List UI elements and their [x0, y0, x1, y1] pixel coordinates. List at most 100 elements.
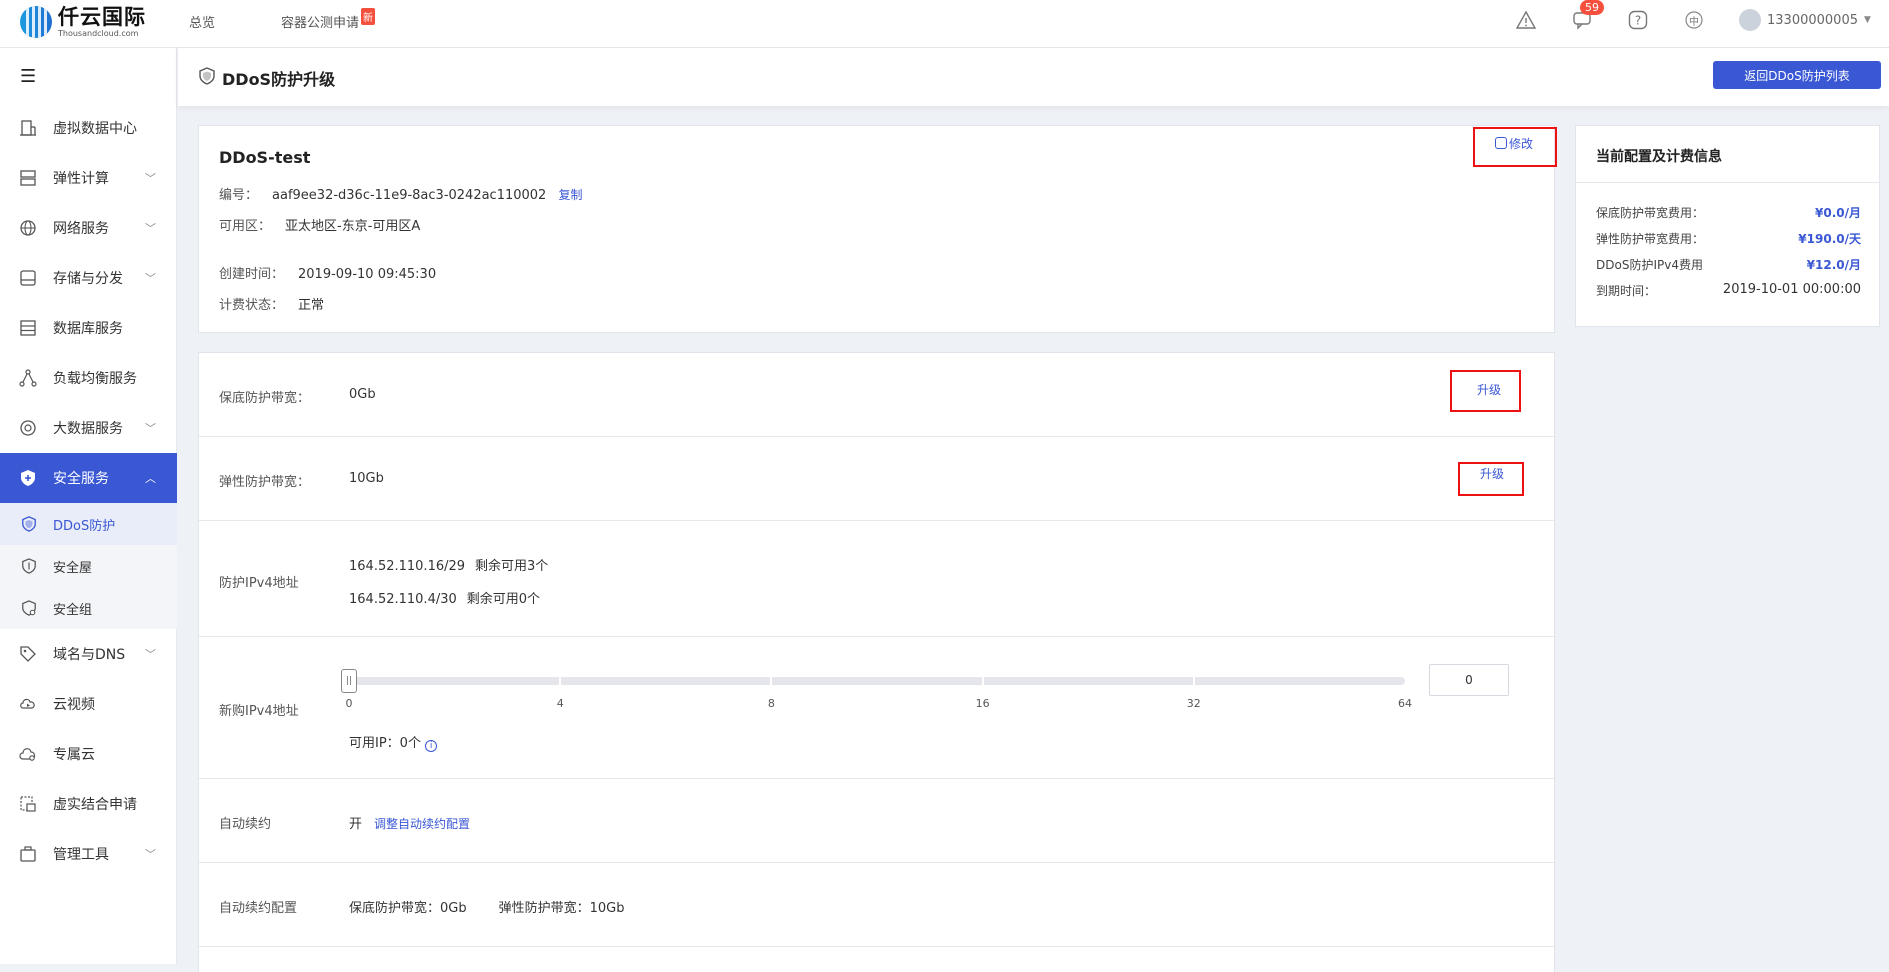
back-to-list-button[interactable]: 返回DDoS防护列表 — [1713, 61, 1881, 89]
sidebar-item-compute[interactable]: 弹性计算 ﹀ — [0, 153, 177, 203]
logo-domain: Thousandcloud.com — [58, 28, 139, 38]
security-group-icon — [20, 599, 38, 617]
billing-row: DDoS防护IPv4费用 ¥12.0/月 — [1596, 256, 1861, 273]
billing-row: 保底防护带宽费用： ¥0.0/月 — [1596, 204, 1861, 221]
ipv4-entry: 164.52.110.16/29 剩余可用3个 — [349, 555, 548, 574]
billing-row: 到期时间： 2019-10-01 00:00:00 — [1596, 282, 1861, 299]
sidebar-item-storage[interactable]: 存储与分发 ﹀ — [0, 253, 177, 303]
sidebar-item-security[interactable]: 安全服务 ︿ — [0, 453, 177, 503]
slider-tick-mark — [559, 677, 562, 685]
sidebar-item-private-cloud[interactable]: 专属云 — [0, 729, 177, 779]
upgrade-base-bandwidth-button[interactable]: 升级 — [1477, 381, 1501, 398]
upgrade-elastic-bandwidth-button[interactable]: 升级 — [1480, 465, 1504, 482]
billing-label: 计费状态： — [219, 298, 285, 313]
sidebar-item-label: 存储与分发 — [53, 271, 123, 287]
sidebar-item-database[interactable]: 数据库服务 — [0, 303, 177, 353]
chevron-up-icon: ︿ — [145, 472, 156, 485]
logo-text: 仟云国际 — [58, 4, 146, 29]
billing-panel-title: 当前配置及计费信息 — [1596, 149, 1722, 165]
sidebar-item-bigdata[interactable]: 大数据服务 ﹀ — [0, 403, 177, 453]
chevron-down-icon: ﹀ — [145, 172, 156, 185]
menu-toggle-icon[interactable]: ☰ — [20, 66, 36, 87]
ipv4-quantity-slider[interactable] — [349, 677, 1405, 685]
chevron-down-icon: ﹀ — [145, 848, 156, 861]
adjust-auto-renew-link[interactable]: 调整自动续约配置 — [374, 817, 470, 831]
storage-icon — [18, 268, 38, 288]
ipv4-quantity-input[interactable]: 0 — [1429, 664, 1509, 696]
slider-handle[interactable]: || — [341, 669, 357, 693]
tag-icon — [18, 644, 38, 664]
elastic-bandwidth-label: 弹性防护带宽： — [219, 475, 311, 490]
copy-link[interactable]: 复制 — [558, 188, 582, 202]
protected-ipv4-row: 防护IPv4地址 164.52.110.16/29 剩余可用3个 164.52.1… — [199, 521, 1556, 637]
auto-renew-value-wrap: 开调整自动续约配置 — [349, 813, 470, 832]
base-bandwidth-row: 保底防护带宽： 0Gb — [199, 353, 1556, 437]
billing-row-label: 弹性防护带宽费用： — [1596, 232, 1705, 246]
billing-row-label: 到期时间： — [1596, 284, 1657, 298]
ipv4-entry: 164.52.110.4/30 剩余可用0个 — [349, 588, 540, 607]
language-icon[interactable]: 中 — [1683, 9, 1705, 31]
sidebar-item-video[interactable]: 云视频 — [0, 679, 177, 729]
auto-renew-label: 自动续约 — [219, 817, 272, 832]
sidebar-item-hybrid-apply[interactable]: 虚实结合申请 — [0, 779, 177, 829]
ipv4-remaining: 剩余可用3个 — [475, 559, 549, 574]
id-label: 编号： — [219, 188, 259, 203]
elastic-bandwidth-row: 弹性防护带宽： 10Gb — [199, 437, 1556, 521]
sidebar-subitem-safehouse[interactable]: 安全屋 — [0, 545, 177, 587]
sidebar-subitem-label: DDoS防护 — [53, 518, 116, 534]
user-menu[interactable]: 13300000005 ▼ — [1739, 9, 1871, 31]
id-value: aaf9ee32-d36c-11e9-8ac3-0242ac110002 — [272, 188, 547, 203]
ddos-shield-icon — [20, 515, 38, 533]
instance-name: DDoS-test — [219, 148, 311, 167]
auto-renew-row: 自动续约 开调整自动续约配置 — [199, 779, 1556, 863]
user-name: 13300000005 — [1767, 12, 1858, 28]
info-icon[interactable]: i — [425, 740, 438, 752]
slider-tick-mark — [770, 677, 773, 685]
created-label: 创建时间： — [219, 267, 285, 282]
slider-tick-label: 64 — [1398, 697, 1412, 710]
sidebar-item-vdc[interactable]: 虚拟数据中心 — [0, 103, 177, 153]
sidebar-item-network[interactable]: 网络服务 ﹀ — [0, 203, 177, 253]
sidebar-item-dns[interactable]: 域名与DNS ﹀ — [0, 629, 177, 679]
sidebar-subitem-label: 安全组 — [53, 602, 93, 618]
sidebar-subitem-security-group[interactable]: 安全组 — [0, 587, 177, 629]
base-bandwidth-label: 保底防护带宽： — [219, 391, 311, 406]
ipv4-remaining: 剩余可用0个 — [466, 592, 541, 607]
instance-id-row: 编号： aaf9ee32-d36c-11e9-8ac3-0242ac110002 … — [219, 184, 583, 203]
globe-icon — [18, 218, 38, 238]
zone-row: 可用区： 亚太地区-东京-可用区A — [219, 215, 420, 234]
edit-button[interactable]: 修改 — [1495, 135, 1533, 152]
auto-renew-value: 开 — [349, 817, 363, 832]
apply-icon — [18, 794, 38, 814]
auto-renew-config-value: 保底防护带宽：0Gb 弹性防护带宽：10Gb — [349, 897, 624, 916]
sidebar-item-loadbalancer[interactable]: 负载均衡服务 — [0, 353, 177, 403]
edit-icon — [1495, 137, 1507, 149]
edit-label: 修改 — [1509, 137, 1534, 151]
sidebar-subitem-ddos[interactable]: DDoS防护 — [0, 503, 177, 545]
sidebar-item-label: 域名与DNS — [53, 647, 126, 663]
nav-container-beta[interactable]: 容器公测申请新 — [281, 8, 376, 31]
sidebar-item-label: 安全服务 — [53, 471, 109, 487]
slider-tick-label: 4 — [556, 697, 564, 710]
billing-row-label: DDoS防护IPv4费用 — [1596, 258, 1703, 272]
sidebar-item-tools[interactable]: 管理工具 ﹀ — [0, 829, 177, 879]
upgrade-form-card: 保底防护带宽： 0Gb 弹性防护带宽： 10Gb 防护IPv4地址 164.52… — [198, 352, 1556, 972]
database-icon — [18, 318, 38, 338]
zone-label: 可用区： — [219, 219, 272, 234]
nav-overview[interactable]: 总览 — [189, 12, 215, 31]
created-value: 2019-09-10 09:45:30 — [298, 267, 437, 282]
page-title: DDoS防护升级 — [222, 70, 336, 89]
alert-icon[interactable] — [1515, 9, 1537, 31]
top-bar: 仟云国际 Thousandcloud.com 总览 容器公测申请新 59 ? 中… — [0, 0, 1889, 48]
divider — [1576, 182, 1881, 183]
logo[interactable]: 仟云国际 Thousandcloud.com — [20, 6, 146, 38]
chevron-down-icon: ▼ — [1863, 15, 1871, 25]
chevron-down-icon: ﹀ — [145, 222, 156, 235]
message-count-badge: 59 — [1580, 0, 1604, 15]
logo-mark-icon — [20, 6, 52, 38]
slider-tick-mark — [1192, 677, 1195, 685]
instance-info-card: DDoS-test 编号： aaf9ee32-d36c-11e9-8ac3-024… — [198, 125, 1555, 333]
help-icon[interactable]: ? — [1627, 9, 1649, 31]
page-header: DDoS防护升级 返回DDoS防护列表 — [178, 48, 1889, 106]
cloud-icon — [18, 744, 38, 764]
